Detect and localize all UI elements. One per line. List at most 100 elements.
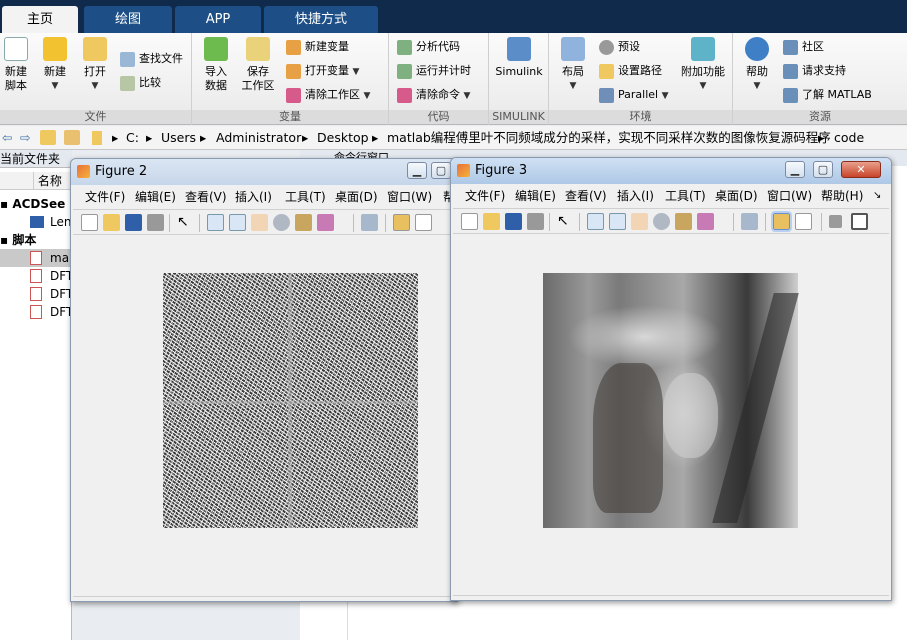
set-path-button[interactable]: 设置路径 bbox=[599, 61, 662, 81]
clear-commands-button[interactable]: 清除命令 ▼ bbox=[397, 85, 470, 105]
list-item[interactable]: ma bbox=[0, 249, 72, 267]
menu-file[interactable]: 文件(F) bbox=[85, 185, 125, 209]
show-tools-icon[interactable] bbox=[851, 213, 868, 230]
menu-view[interactable]: 查看(V) bbox=[565, 184, 607, 208]
zoom-out-icon[interactable] bbox=[229, 214, 246, 231]
save-workspace-button[interactable]: 保存 工作区 bbox=[238, 37, 278, 93]
minimize-button[interactable]: ▁ bbox=[785, 161, 805, 178]
help-button[interactable]: 帮助 ▼ bbox=[741, 37, 773, 93]
figure-3-window[interactable]: Figure 3 ▁ ▢ ✕ 文件(F) 编辑(E) 查看(V) 插入(I) 工… bbox=[450, 157, 892, 601]
brush-icon[interactable] bbox=[317, 214, 334, 231]
simulink-button[interactable]: Simulink bbox=[495, 37, 543, 79]
tab-home[interactable]: 主页 bbox=[2, 6, 78, 33]
tab-plots[interactable]: 绘图 bbox=[84, 6, 172, 33]
up-folder-icon[interactable] bbox=[40, 130, 56, 145]
legend-icon[interactable] bbox=[795, 213, 812, 230]
save-icon[interactable] bbox=[505, 213, 522, 230]
analyze-code-button[interactable]: 分析代码 bbox=[397, 37, 460, 57]
new-script-button[interactable]: 新建 脚本 bbox=[2, 37, 30, 93]
list-item[interactable]: DFT bbox=[0, 303, 72, 321]
menu-file[interactable]: 文件(F) bbox=[465, 184, 505, 208]
menu-insert[interactable]: 插入(I) bbox=[617, 184, 654, 208]
pointer-icon[interactable]: ↖ bbox=[557, 213, 574, 230]
print-icon[interactable] bbox=[527, 213, 544, 230]
compare-button[interactable]: 比较 bbox=[120, 73, 161, 93]
path-segment-administrator[interactable]: Administrator bbox=[216, 126, 301, 150]
rotate-icon[interactable] bbox=[273, 214, 290, 231]
menu-help[interactable]: 帮助(H) bbox=[821, 184, 863, 208]
new-figure-icon[interactable] bbox=[461, 213, 478, 230]
link-plot-icon[interactable] bbox=[741, 213, 758, 230]
new-figure-icon[interactable] bbox=[81, 214, 98, 231]
back-icon[interactable]: ⇦ bbox=[2, 126, 12, 150]
legend-icon[interactable] bbox=[415, 214, 432, 231]
browse-folder-icon[interactable] bbox=[64, 130, 80, 145]
menu-insert[interactable]: 插入(I) bbox=[235, 185, 272, 209]
menu-desktop[interactable]: 桌面(D) bbox=[715, 184, 758, 208]
open-icon[interactable] bbox=[103, 214, 120, 231]
overflow-arrow-icon[interactable]: ↘ bbox=[873, 184, 881, 208]
community-button[interactable]: 社区 bbox=[783, 37, 824, 57]
list-item[interactable]: DFT bbox=[0, 267, 72, 285]
minimize-button[interactable]: ▁ bbox=[407, 162, 427, 179]
pointer-icon[interactable]: ↖ bbox=[177, 214, 194, 231]
link-plot-icon[interactable] bbox=[361, 214, 378, 231]
open-icon[interactable] bbox=[483, 213, 500, 230]
menu-window[interactable]: 窗口(W) bbox=[767, 184, 812, 208]
list-item[interactable]: DFT bbox=[0, 285, 72, 303]
zoom-in-icon[interactable] bbox=[207, 214, 224, 231]
figure-3-titlebar[interactable]: Figure 3 ▁ ▢ ✕ bbox=[451, 158, 891, 184]
request-support-button[interactable]: 请求支持 bbox=[783, 61, 846, 81]
pan-icon[interactable] bbox=[251, 214, 268, 231]
forward-icon[interactable]: ⇨ bbox=[20, 126, 30, 150]
colorbar-icon[interactable] bbox=[771, 211, 792, 232]
zoom-out-icon[interactable] bbox=[609, 213, 626, 230]
new-variable-button[interactable]: 新建变量 bbox=[286, 37, 349, 57]
colorbar-icon[interactable] bbox=[393, 214, 410, 231]
new-button[interactable]: 新建 ▼ bbox=[40, 37, 70, 93]
learn-matlab-button[interactable]: 了解 MATLAB bbox=[783, 85, 872, 105]
path-segment-desktop[interactable]: Desktop bbox=[317, 126, 369, 150]
rotate-icon[interactable] bbox=[653, 213, 670, 230]
list-item[interactable]: Len bbox=[0, 213, 72, 231]
import-data-button[interactable]: 导入 数据 bbox=[198, 37, 234, 93]
pan-icon[interactable] bbox=[631, 213, 648, 230]
path-segment-users[interactable]: Users bbox=[161, 126, 196, 150]
layout-button[interactable]: 布局 ▼ bbox=[557, 37, 589, 93]
address-bar[interactable]: ⇦ ⇨ ▸ C: ▸ Users ▸ Administrator ▸ Deskt… bbox=[0, 126, 907, 150]
maximize-button[interactable]: ▢ bbox=[431, 162, 451, 179]
path-segment-project[interactable]: matlab编程傅里叶不同频域成分的采样，实现不同采样次数的图像恢复源码程序 bbox=[387, 126, 831, 150]
menu-tools[interactable]: 工具(T) bbox=[285, 185, 326, 209]
preferences-button[interactable]: 预设 bbox=[599, 37, 640, 57]
list-item[interactable]: ▪ ACDSee B bbox=[0, 195, 72, 213]
clear-workspace-button[interactable]: 清除工作区 ▼ bbox=[286, 85, 370, 105]
close-button[interactable]: ✕ bbox=[841, 161, 881, 178]
tab-shortcuts[interactable]: 快捷方式 bbox=[264, 6, 378, 33]
list-item[interactable]: ▪ 脚本 bbox=[0, 231, 72, 249]
menu-window[interactable]: 窗口(W) bbox=[387, 185, 432, 209]
hide-tools-icon[interactable] bbox=[829, 215, 842, 228]
menu-tools[interactable]: 工具(T) bbox=[665, 184, 706, 208]
data-cursor-icon[interactable] bbox=[675, 213, 692, 230]
figure-2-titlebar[interactable]: Figure 2 ▁ ▢ bbox=[71, 159, 457, 185]
parallel-button[interactable]: Parallel ▼ bbox=[599, 85, 669, 105]
save-icon[interactable] bbox=[125, 214, 142, 231]
path-segment-code[interactable]: code bbox=[834, 126, 864, 150]
column-header[interactable]: 名称 bbox=[0, 172, 72, 190]
run-and-time-button[interactable]: 运行并计时 bbox=[397, 61, 471, 81]
menu-edit[interactable]: 编辑(E) bbox=[135, 185, 176, 209]
add-ons-button[interactable]: 附加功能 ▼ bbox=[677, 37, 729, 93]
menu-desktop[interactable]: 桌面(D) bbox=[335, 185, 378, 209]
path-segment-drive[interactable]: C: bbox=[126, 126, 139, 150]
maximize-button[interactable]: ▢ bbox=[813, 161, 833, 178]
menu-view[interactable]: 查看(V) bbox=[185, 185, 227, 209]
print-icon[interactable] bbox=[147, 214, 164, 231]
menu-edit[interactable]: 编辑(E) bbox=[515, 184, 556, 208]
find-files-button[interactable]: 查找文件 bbox=[120, 49, 183, 69]
open-variable-button[interactable]: 打开变量 ▼ bbox=[286, 61, 359, 81]
open-button[interactable]: 打开 ▼ bbox=[80, 37, 110, 93]
figure-2-window[interactable]: Figure 2 ▁ ▢ 文件(F) 编辑(E) 查看(V) 插入(I) 工具(… bbox=[70, 158, 458, 602]
zoom-in-icon[interactable] bbox=[587, 213, 604, 230]
tab-apps[interactable]: APP bbox=[175, 6, 261, 33]
data-cursor-icon[interactable] bbox=[295, 214, 312, 231]
